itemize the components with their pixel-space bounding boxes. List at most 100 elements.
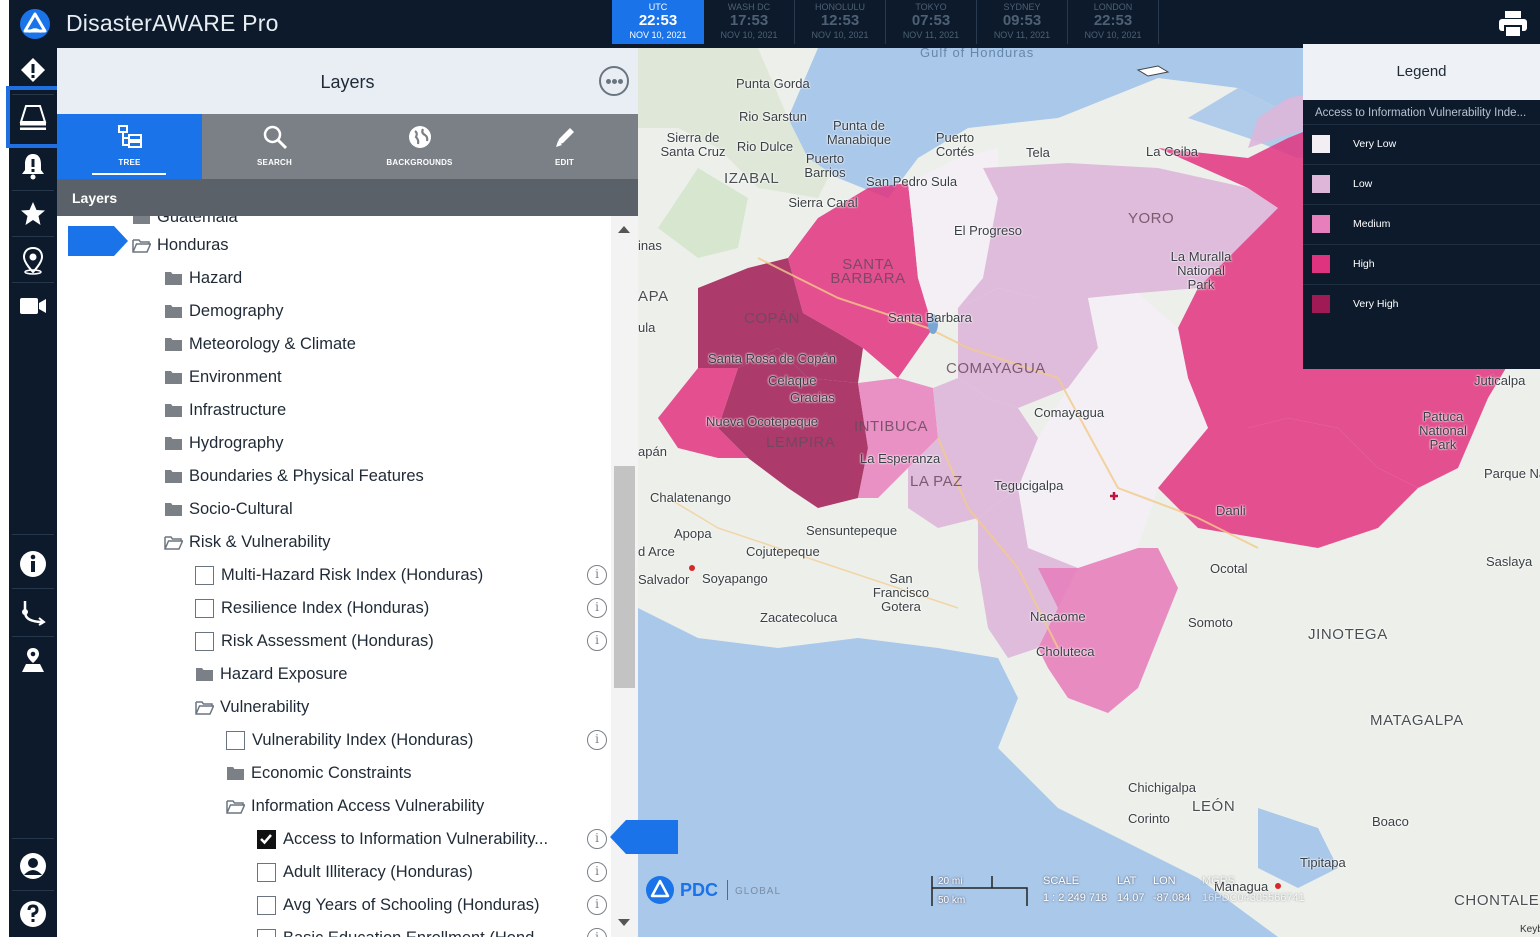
layer-info-icon[interactable]: i xyxy=(587,730,607,750)
tree-item-honduras[interactable]: Honduras xyxy=(132,233,229,257)
print-icon[interactable] xyxy=(1498,10,1528,38)
layer-checkbox[interactable] xyxy=(226,730,245,750)
clock-city: WASH DC xyxy=(727,2,771,12)
clock-date: NOV 10, 2021 xyxy=(629,30,687,40)
video-camera-icon[interactable] xyxy=(9,284,57,328)
tree-item-environment[interactable]: Environment xyxy=(164,365,282,389)
map-label: Danli xyxy=(1216,503,1246,518)
more-options-icon[interactable] xyxy=(599,66,629,96)
tree-item-information-access-vulnerability[interactable]: Information Access Vulnerability xyxy=(226,794,484,818)
location-pin-icon[interactable] xyxy=(9,238,57,282)
layer-checkbox[interactable] xyxy=(195,631,214,651)
tree-item-resilience-index-honduras[interactable]: Resilience Index (Honduras) xyxy=(195,596,429,620)
tree-item-basic-education-enrollment-hond[interactable]: Basic Education Enrollment (Hond... xyxy=(257,926,548,937)
panel-title: Layers xyxy=(320,72,375,92)
layer-info-icon[interactable]: i xyxy=(587,598,607,618)
layer-checkbox[interactable] xyxy=(195,565,214,585)
tree-item-multi-hazard-risk-index-honduras[interactable]: Multi-Hazard Risk Index (Honduras) xyxy=(195,563,483,587)
tree-item-meteorology-climate[interactable]: Meteorology & Climate xyxy=(164,332,356,356)
layer-checkbox[interactable] xyxy=(257,928,276,937)
layer-info-icon[interactable]: i xyxy=(587,631,607,651)
map-label: San Francisco Gotera xyxy=(872,571,930,614)
tree-item-hazard-exposure[interactable]: Hazard Exposure xyxy=(195,662,347,686)
map-label: Rio Sarstun xyxy=(739,109,807,124)
panel-header: Layers xyxy=(57,48,638,114)
map-label: Gulf of Honduras xyxy=(920,48,1035,60)
legend-swatch xyxy=(1312,215,1330,233)
clock-tokyo[interactable]: TOKYO 07:53 NOV 11, 2021 xyxy=(886,0,977,44)
tree-item-partial[interactable]: Guatemala xyxy=(132,216,238,227)
tree-item-vulnerability[interactable]: Vulnerability xyxy=(195,695,309,719)
info-icon[interactable] xyxy=(9,542,57,586)
tab-backgrounds[interactable]: BACKGROUNDS xyxy=(347,114,492,179)
map-label: Gracias xyxy=(790,390,835,405)
tab-tree[interactable]: TREE xyxy=(57,114,202,179)
tree-item-avg-years-of-schooling-honduras[interactable]: Avg Years of Schooling (Honduras) xyxy=(257,893,540,917)
map-label: La Muralla National Park xyxy=(1170,249,1232,292)
pencil-icon xyxy=(552,124,578,155)
help-icon[interactable] xyxy=(9,892,57,936)
tree-item-label: Adult Illiteracy (Honduras) xyxy=(283,862,473,881)
tree-item-label: Hazard Exposure xyxy=(220,664,348,683)
tab-edit[interactable]: EDIT xyxy=(492,114,637,179)
map-label: Nacaome xyxy=(1030,609,1086,624)
tree-item-economic-constraints[interactable]: Economic Constraints xyxy=(226,761,411,785)
clock-sydney[interactable]: SYDNEY 09:53 NOV 11, 2021 xyxy=(977,0,1068,44)
user-profile-icon[interactable] xyxy=(9,844,57,888)
clock-utc[interactable]: UTC 22:53 NOV 10, 2021 xyxy=(612,0,704,44)
tree-item-label: Risk Assessment (Honduras) xyxy=(221,631,434,650)
layer-checkbox[interactable] xyxy=(195,598,214,618)
clock-wash-dc[interactable]: WASH DC 17:53 NOV 10, 2021 xyxy=(704,0,795,44)
tree-item-demography[interactable]: Demography xyxy=(164,299,283,323)
clock-city: LONDON xyxy=(1093,2,1133,12)
layer-checkbox[interactable] xyxy=(257,862,276,882)
layer-checkbox[interactable] xyxy=(257,895,276,915)
map-label: Juticalpa xyxy=(1474,373,1526,388)
tree-item-adult-illiteracy-honduras[interactable]: Adult Illiteracy (Honduras) xyxy=(257,860,473,884)
map-marker-icon[interactable] xyxy=(9,638,57,682)
layer-info-icon[interactable]: i xyxy=(587,862,607,882)
lat-readout: LAT 14.07 xyxy=(1117,875,1145,904)
favorites-star-icon[interactable] xyxy=(9,192,57,236)
map-label: Punta Gorda xyxy=(736,76,810,91)
tree-item-hazard[interactable]: Hazard xyxy=(164,266,242,290)
tree-item-infrastructure[interactable]: Infrastructure xyxy=(164,398,286,422)
clock-london[interactable]: LONDON 22:53 NOV 10, 2021 xyxy=(1068,0,1159,44)
pdc-logo-icon[interactable] xyxy=(18,8,52,40)
legend-item-very-low: Very Low xyxy=(1303,124,1540,164)
map-label: inas xyxy=(638,238,662,253)
legend-label: Very High xyxy=(1353,298,1399,310)
legend-subtitle: Access to Information Vulnerability Inde… xyxy=(1315,107,1527,119)
tree-item-label: Hazard xyxy=(189,268,243,287)
map-label: Tegucigalpa xyxy=(994,478,1064,493)
layer-info-icon[interactable]: i xyxy=(587,928,607,937)
tree-item-boundaries-physical-features[interactable]: Boundaries & Physical Features xyxy=(164,464,424,488)
measure-tool-icon[interactable] xyxy=(9,590,57,634)
tree-item-risk-vulnerability[interactable]: Risk & Vulnerability xyxy=(164,530,331,554)
map-label: ula xyxy=(638,320,656,335)
tree-item-access-to-information-vulnerability[interactable]: Access to Information Vulnerability... xyxy=(257,827,548,851)
alerts-icon[interactable] xyxy=(9,144,57,188)
tree-item-hydrography[interactable]: Hydrography xyxy=(164,431,283,455)
scroll-thumb[interactable] xyxy=(614,466,635,688)
tree-item-risk-assessment-honduras[interactable]: Risk Assessment (Honduras) xyxy=(195,629,434,653)
tree-item-socio-cultural[interactable]: Socio-Cultural xyxy=(164,497,293,521)
tab-search[interactable]: SEARCH xyxy=(202,114,347,179)
layer-info-icon[interactable]: i xyxy=(587,895,607,915)
keyboard-shortcuts-link[interactable]: Keyb xyxy=(1520,924,1540,935)
scroll-down-arrow-icon[interactable] xyxy=(618,919,630,926)
folder-icon xyxy=(164,337,183,352)
layer-checkbox[interactable] xyxy=(257,829,276,849)
map-label: LEMPIRA xyxy=(766,434,836,451)
tree-item-vulnerability-index-honduras[interactable]: Vulnerability Index (Honduras) xyxy=(226,728,473,752)
clock-honolulu[interactable]: HONOLULU 12:53 NOV 10, 2021 xyxy=(795,0,886,44)
scale-km: 50 km xyxy=(938,895,966,906)
clock-time: 22:53 xyxy=(1093,12,1133,29)
tree-item-label: Basic Education Enrollment (Hond... xyxy=(283,929,548,937)
layer-info-icon[interactable]: i xyxy=(587,565,607,585)
map-label: La Ceiba xyxy=(1146,144,1199,159)
map-label: SANTA BARBARA xyxy=(830,256,906,287)
tree-item-label: Socio-Cultural xyxy=(189,499,293,518)
layer-info-icon[interactable]: i xyxy=(587,829,607,849)
scroll-up-arrow-icon[interactable] xyxy=(618,226,630,233)
